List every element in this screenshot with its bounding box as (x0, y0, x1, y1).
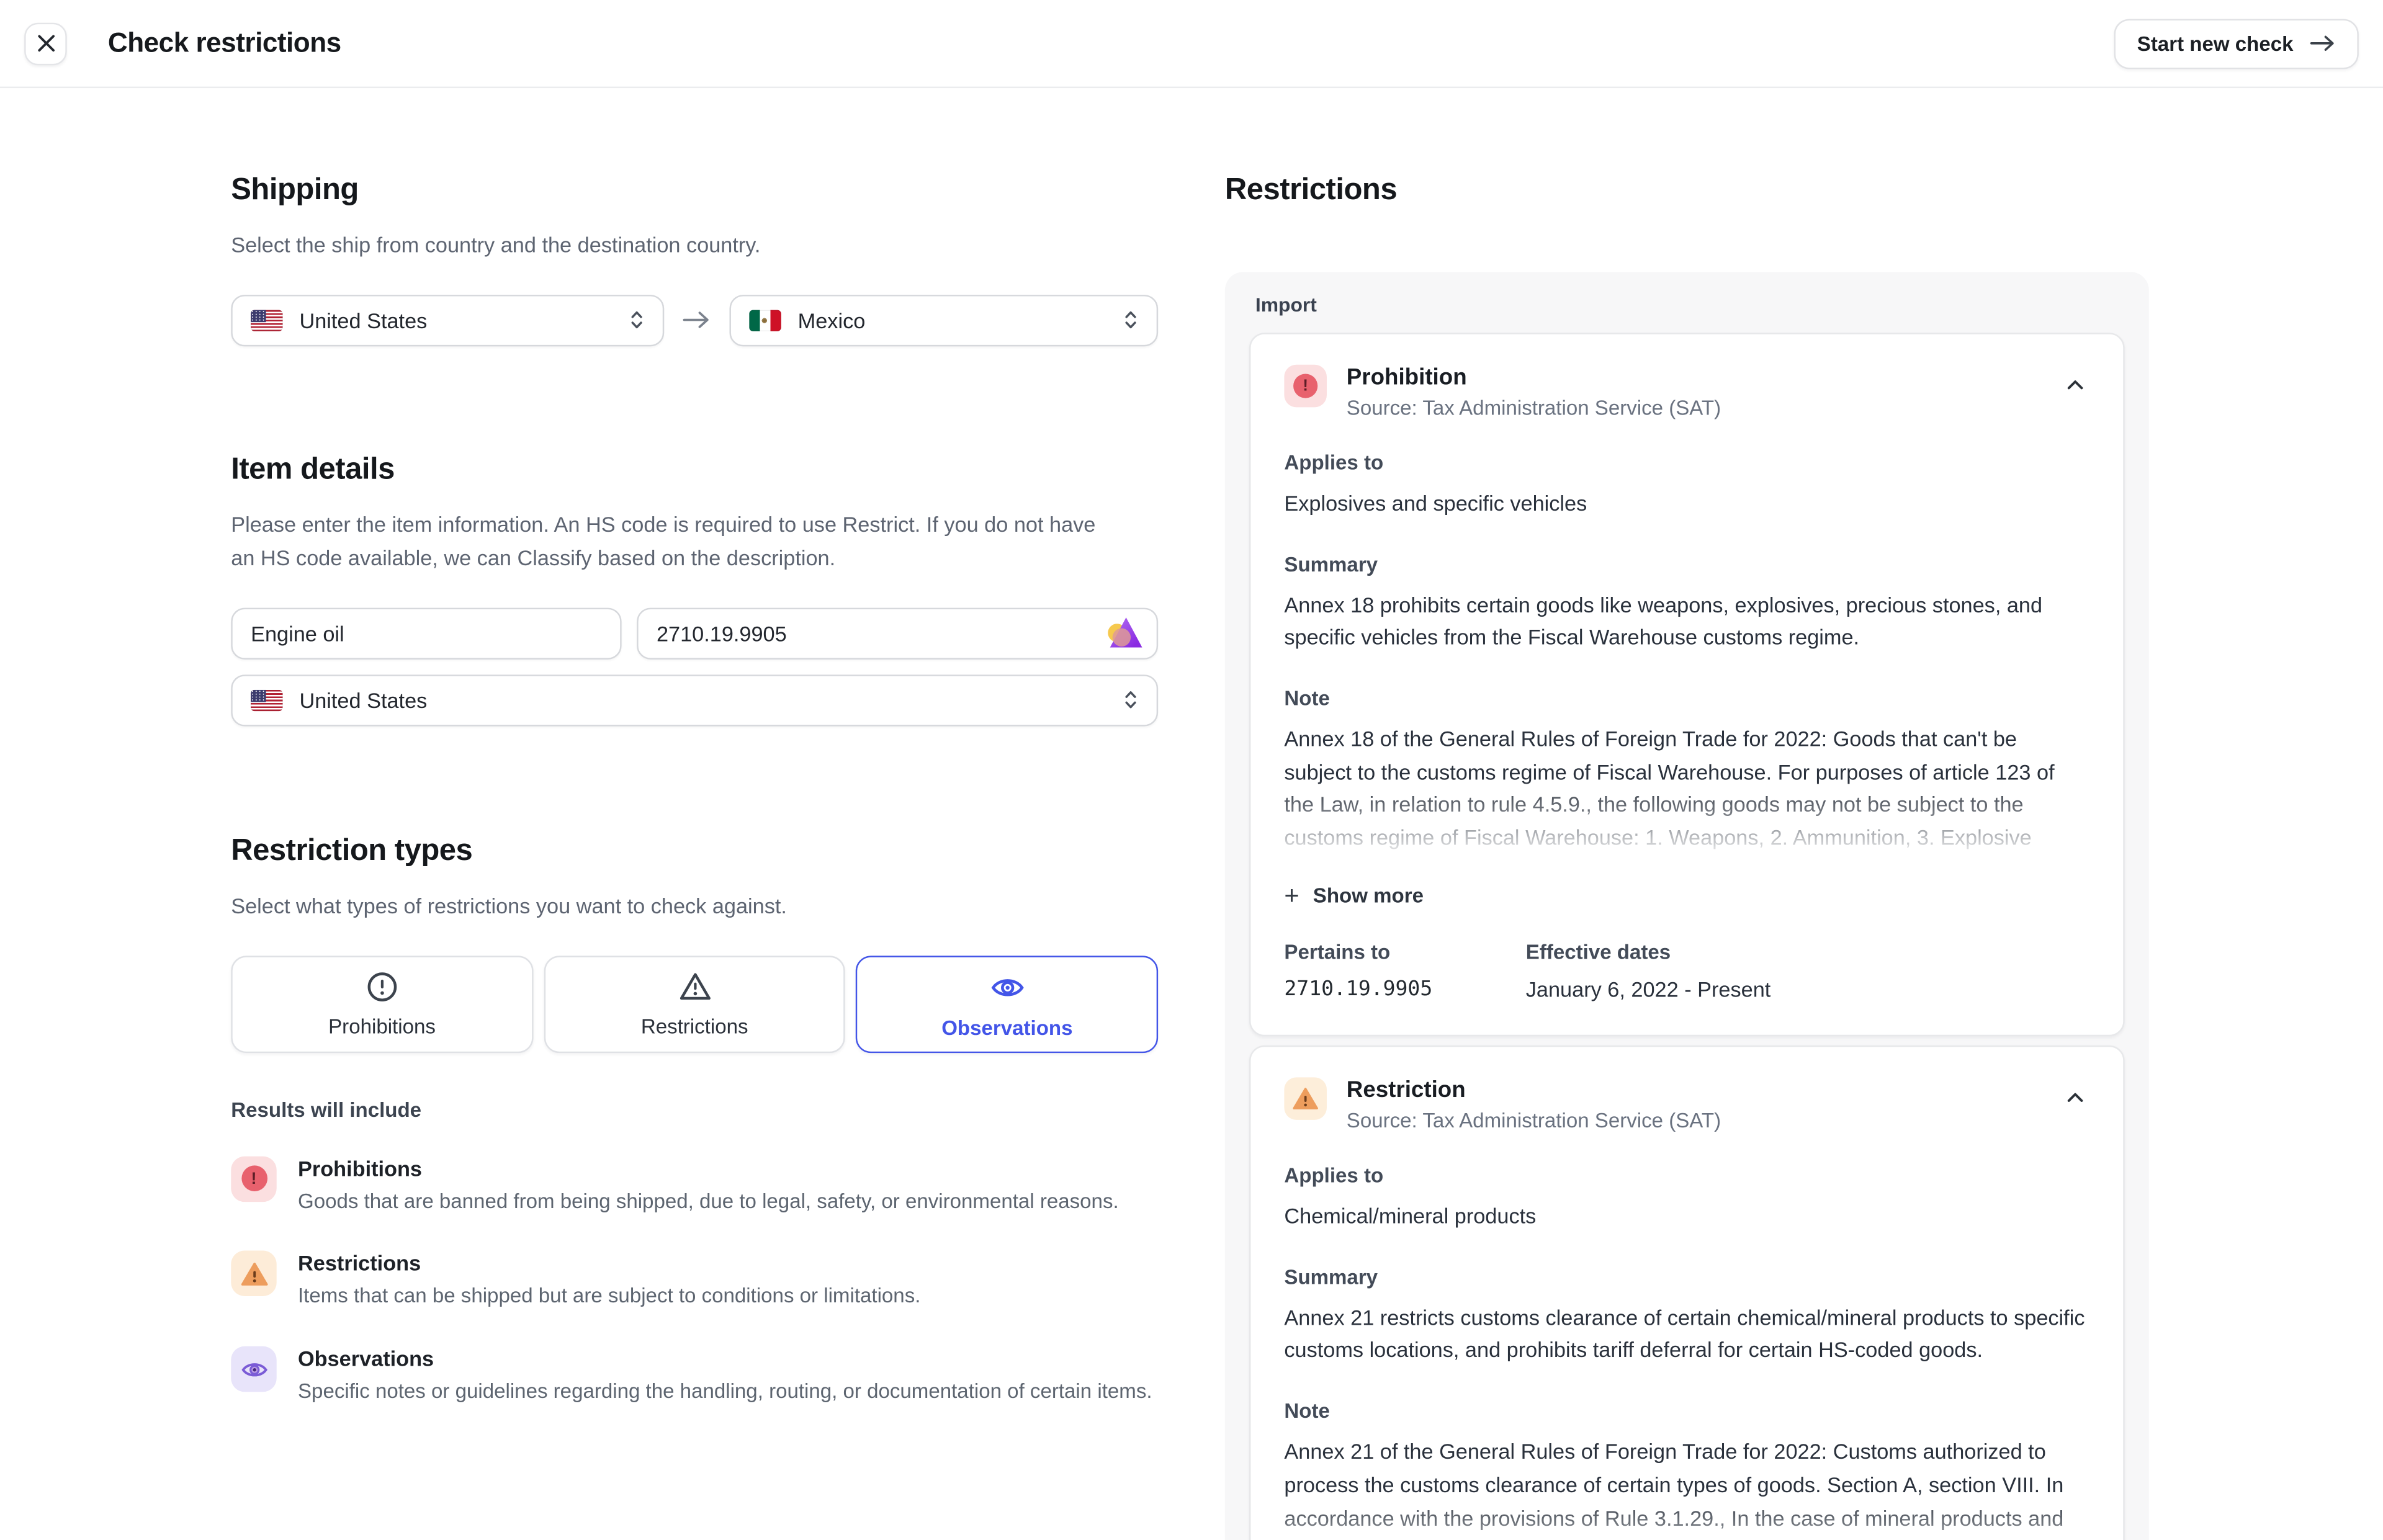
shipping-description: Select the ship from country and the des… (231, 230, 1158, 263)
list-item-restrictions: Restrictions Items that can be shipped b… (231, 1251, 1158, 1312)
show-more-label: Show more (1313, 884, 1424, 907)
ship-to-country-value: Mexico (798, 308, 1111, 333)
chevron-updown-icon (1123, 309, 1138, 332)
show-more-button[interactable]: + Show more (1284, 883, 1424, 909)
import-group-label: Import (1255, 293, 2125, 316)
type-card-label: Restrictions (641, 1016, 748, 1039)
page-title: Check restrictions (108, 27, 341, 59)
item-country-value: United States (299, 688, 1111, 712)
type-card-label: Observations (941, 1016, 1072, 1039)
summary-label: Summary (1284, 553, 2089, 576)
eye-icon (989, 969, 1025, 1006)
applies-to-value: Chemical/mineral products (1284, 1201, 2089, 1233)
summary-value: Annex 21 restricts customs clearance of … (1284, 1302, 2089, 1368)
warning-triangle-icon (677, 970, 712, 1005)
hs-code-value: 2710.19.9905 (657, 621, 787, 645)
card-type-title: Restriction (1347, 1077, 1721, 1103)
close-icon (36, 34, 56, 53)
type-card-restrictions[interactable]: Restrictions (544, 956, 846, 1053)
result-item-title: Prohibitions (298, 1156, 1119, 1180)
chevron-up-icon (2064, 374, 2087, 396)
restriction-types-heading: Restriction types (231, 834, 1158, 869)
applies-to-label: Applies to (1284, 1164, 2089, 1187)
top-bar: Check restrictions Start new check (0, 0, 2383, 88)
restriction-types-description: Select what types of restrictions you wa… (231, 890, 1158, 924)
observation-badge-icon (231, 1346, 276, 1392)
flag-us-icon (251, 310, 282, 331)
item-details-description: Please enter the item information. An HS… (231, 509, 1110, 576)
result-item-title: Restrictions (298, 1251, 920, 1276)
type-card-label: Prohibitions (328, 1016, 436, 1039)
result-item-description: Items that can be shipped but are subjec… (298, 1282, 920, 1312)
collapse-card-button[interactable] (2061, 371, 2090, 400)
result-item-description: Specific notes or guidelines regarding t… (298, 1377, 1152, 1407)
shipping-route-row: United States Mexico (231, 295, 1158, 346)
hs-code-input[interactable]: 2710.19.9905 (637, 607, 1158, 659)
item-details-heading: Item details (231, 453, 1158, 488)
type-card-prohibitions[interactable]: Prohibitions (231, 956, 533, 1053)
ship-from-country-select[interactable]: United States (231, 295, 664, 346)
restriction-card-prohibition: ! Prohibition Source: Tax Administration… (1249, 333, 2125, 1036)
shipping-heading: Shipping (231, 173, 1158, 208)
list-item-observations: Observations Specific notes or guideline… (231, 1346, 1158, 1407)
start-new-check-button[interactable]: Start new check (2114, 18, 2359, 68)
summary-label: Summary (1284, 1265, 2089, 1288)
pertains-to-value: 2710.19.9905 (1284, 977, 1525, 1001)
plus-icon: + (1284, 883, 1299, 909)
card-type-title: Prohibition (1347, 365, 1721, 391)
prohibition-badge-icon: ! (231, 1156, 276, 1201)
effective-dates-value: January 6, 2022 - Present (1526, 977, 1771, 1001)
note-label: Note (1284, 1400, 2089, 1423)
applies-to-label: Applies to (1284, 451, 2089, 474)
item-fields-row: Engine oil 2710.19.9905 (231, 607, 1158, 659)
collapse-card-button[interactable] (2061, 1083, 2090, 1112)
effective-dates-label: Effective dates (1526, 941, 1771, 964)
chevron-updown-icon (629, 309, 644, 332)
restrictions-heading: Restrictions (1225, 173, 2149, 208)
flag-us-icon (251, 690, 282, 711)
restriction-badge-icon (1284, 1077, 1327, 1120)
start-new-check-label: Start new check (2137, 32, 2294, 55)
applies-to-value: Explosives and specific vehicles (1284, 488, 2089, 521)
results-will-include-heading: Results will include (231, 1098, 1158, 1121)
summary-value: Annex 18 prohibits certain goods like we… (1284, 589, 2089, 655)
arrow-right-icon (2310, 34, 2336, 52)
chevron-up-icon (2064, 1086, 2087, 1109)
item-country-select[interactable]: United States (231, 674, 1158, 726)
pertains-to-label: Pertains to (1284, 941, 1525, 964)
restriction-card-restriction: Restriction Source: Tax Administration S… (1249, 1045, 2125, 1540)
close-button[interactable] (24, 22, 67, 65)
prohibition-badge-icon: ! (1284, 365, 1327, 408)
ship-to-country-select[interactable]: Mexico (729, 295, 1158, 346)
list-item-prohibitions: ! Prohibitions Goods that are banned fro… (231, 1156, 1158, 1216)
result-item-description: Goods that are banned from being shipped… (298, 1186, 1119, 1216)
note-value: Annex 18 of the General Rules of Foreign… (1284, 723, 2089, 860)
card-source: Source: Tax Administration Service (SAT) (1347, 1109, 1721, 1132)
card-source: Source: Tax Administration Service (SAT) (1347, 396, 1721, 419)
ship-from-country-value: United States (299, 308, 617, 333)
result-item-title: Observations (298, 1346, 1152, 1371)
classify-logo-icon[interactable] (1108, 616, 1142, 651)
results-column: Restrictions Import ! Prohibition Source… (1225, 88, 2149, 1540)
restriction-type-options: Prohibitions Restrictions Observations (231, 956, 1158, 1053)
flag-mexico-icon (749, 310, 781, 331)
chevron-updown-icon (1123, 689, 1138, 712)
item-description-input[interactable]: Engine oil (231, 607, 621, 659)
route-arrow-icon (683, 311, 712, 331)
restriction-badge-icon (231, 1251, 276, 1297)
item-description-value: Engine oil (251, 621, 344, 645)
restrictions-panel: Import ! Prohibition Source: Tax Adminis… (1225, 272, 2149, 1540)
note-value: Annex 21 of the General Rules of Foreign… (1284, 1436, 2089, 1540)
circle-exclamation-icon (364, 970, 399, 1005)
note-label: Note (1284, 687, 2089, 710)
check-restrictions-screen: Check restrictions Start new check Shipp… (0, 0, 2383, 1540)
type-card-observations[interactable]: Observations (856, 956, 1159, 1053)
form-column: Shipping Select the ship from country an… (231, 88, 1158, 1540)
